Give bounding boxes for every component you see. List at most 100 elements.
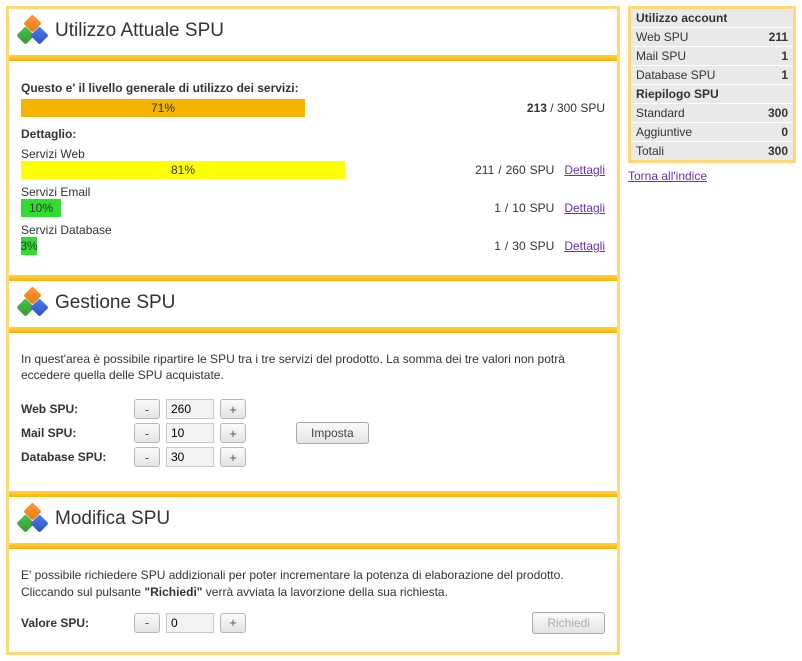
section-content-manage: In quest'area è possibile ripartire le S… [9,333,617,485]
service-used: 1 [494,239,501,253]
modify-description: E' possibile richiedere SPU addizionali … [21,567,605,599]
usage-lead: Questo e' il livello generale di utilizz… [21,81,605,95]
service-bar-fill: 3% [21,237,37,255]
imposta-button[interactable]: Imposta [296,422,369,444]
overall-total: 300 [557,101,577,115]
service-name: Servizi Email [21,185,605,199]
side-row-label: Totali [631,142,752,161]
mail-spu-input[interactable] [166,423,214,443]
increment-button[interactable]: + [220,423,246,443]
detail-label: Dettaglio: [21,127,605,141]
service-name: Servizi Database [21,223,605,237]
service-used: 211 [475,163,494,177]
back-link-container: Torna all'indice [628,169,796,183]
section-title-modify: Modifica SPU [55,508,170,530]
side-row: Totali 300 [631,142,793,161]
valore-spu-input[interactable] [166,613,214,633]
quantity-stepper: - + [134,613,246,633]
side-group1-title: Utilizzo account [631,9,793,28]
side-row-label: Aggiuntive [631,123,752,142]
service-details-link[interactable]: Dettagli [564,201,605,215]
service-total: 10 [512,201,525,215]
service-unit: SPU [530,239,555,253]
manage-row-label: Mail SPU: [21,426,126,440]
overall-unit: SPU [580,101,605,115]
decrement-button[interactable]: - [134,447,160,467]
increment-button[interactable]: + [220,613,246,633]
decrement-button[interactable]: - [134,613,160,633]
section-content-usage: Questo e' il livello generale di utilizz… [9,61,617,269]
service-bar-fill: 81% [21,161,345,179]
service-unit: SPU [530,201,555,215]
side-panel: Utilizzo account Web SPU 211 Mail SPU 1 … [628,6,796,655]
side-row: Mail SPU 1 [631,47,793,66]
service-bar-pct: 10% [29,201,53,215]
cubes-icon [19,505,47,533]
service-bar-track: 81% [21,161,421,179]
side-group2-title: Riepilogo SPU [631,85,793,104]
service-bar-pct: 81% [171,163,195,177]
web-spu-input[interactable] [166,399,214,419]
section-header-manage: Gestione SPU [9,281,617,321]
overall-bar-fill: 71% [21,99,305,117]
decrement-button[interactable]: - [134,423,160,443]
service-total: 260 [506,163,526,177]
side-row-value: 0 [752,123,793,142]
side-row-value: 211 [752,28,793,47]
service-block: Servizi Email 10% 1 / 10 SPU Dettagli [21,185,605,217]
modify-row-label: Valore SPU: [21,616,126,630]
account-usage-box: Utilizzo account Web SPU 211 Mail SPU 1 … [628,6,796,163]
modify-row: Valore SPU: - + Richiedi [21,612,605,634]
service-bar-fill: 10% [21,199,61,217]
cubes-icon [19,17,47,45]
overall-used: 213 [527,101,547,115]
service-total: 30 [512,239,525,253]
side-row-label: Database SPU [631,66,752,85]
overall-bar-track: 71% [21,99,421,117]
cubes-icon [19,289,47,317]
service-unit: SPU [530,163,555,177]
service-bar-track: 10% [21,199,421,217]
manage-row-label: Web SPU: [21,402,126,416]
service-block: Servizi Web 81% 211 / 260 SPU Dettagli [21,147,605,179]
quantity-stepper: - + [134,399,246,419]
side-row-value: 1 [752,47,793,66]
side-row: Web SPU 211 [631,28,793,47]
overall-bar-pct: 71% [151,101,175,115]
section-header-modify: Modifica SPU [9,497,617,537]
side-row: Aggiuntive 0 [631,123,793,142]
manage-description: In quest'area è possibile ripartire le S… [21,351,605,383]
manage-row-label: Database SPU: [21,450,126,464]
side-row: Standard 300 [631,104,793,123]
side-row-value: 300 [752,104,793,123]
manage-row-mail: Mail SPU: - + [21,423,246,443]
section-content-modify: E' possibile richiedere SPU addizionali … [9,549,617,651]
increment-button[interactable]: + [220,399,246,419]
side-row-label: Standard [631,104,752,123]
quantity-stepper: - + [134,423,246,443]
service-details-link[interactable]: Dettagli [564,163,605,177]
section-title-usage: Utilizzo Attuale SPU [55,20,224,42]
service-block: Servizi Database 3% 1 / 30 SPU Dettagli [21,223,605,255]
service-name: Servizi Web [21,147,605,161]
overall-usage-row: 71% 213 / 300 SPU [21,99,605,117]
manage-row-web: Web SPU: - + [21,399,246,419]
database-spu-input[interactable] [166,447,214,467]
section-title-manage: Gestione SPU [55,292,175,314]
richiedi-button[interactable]: Richiedi [532,612,605,634]
service-details-link[interactable]: Dettagli [564,239,605,253]
side-row-label: Web SPU [631,28,752,47]
section-header-usage: Utilizzo Attuale SPU [9,9,617,49]
increment-button[interactable]: + [220,447,246,467]
side-row: Database SPU 1 [631,66,793,85]
service-used: 1 [494,201,501,215]
decrement-button[interactable]: - [134,399,160,419]
quantity-stepper: - + [134,447,246,467]
side-row-label: Mail SPU [631,47,752,66]
side-row-value: 300 [752,142,793,161]
back-link[interactable]: Torna all'indice [628,169,707,183]
manage-row-database: Database SPU: - + [21,447,246,467]
service-bar-pct: 3% [20,239,37,253]
service-bar-track: 3% [21,237,421,255]
overall-usage-values: 213 / 300 SPU [433,101,605,115]
